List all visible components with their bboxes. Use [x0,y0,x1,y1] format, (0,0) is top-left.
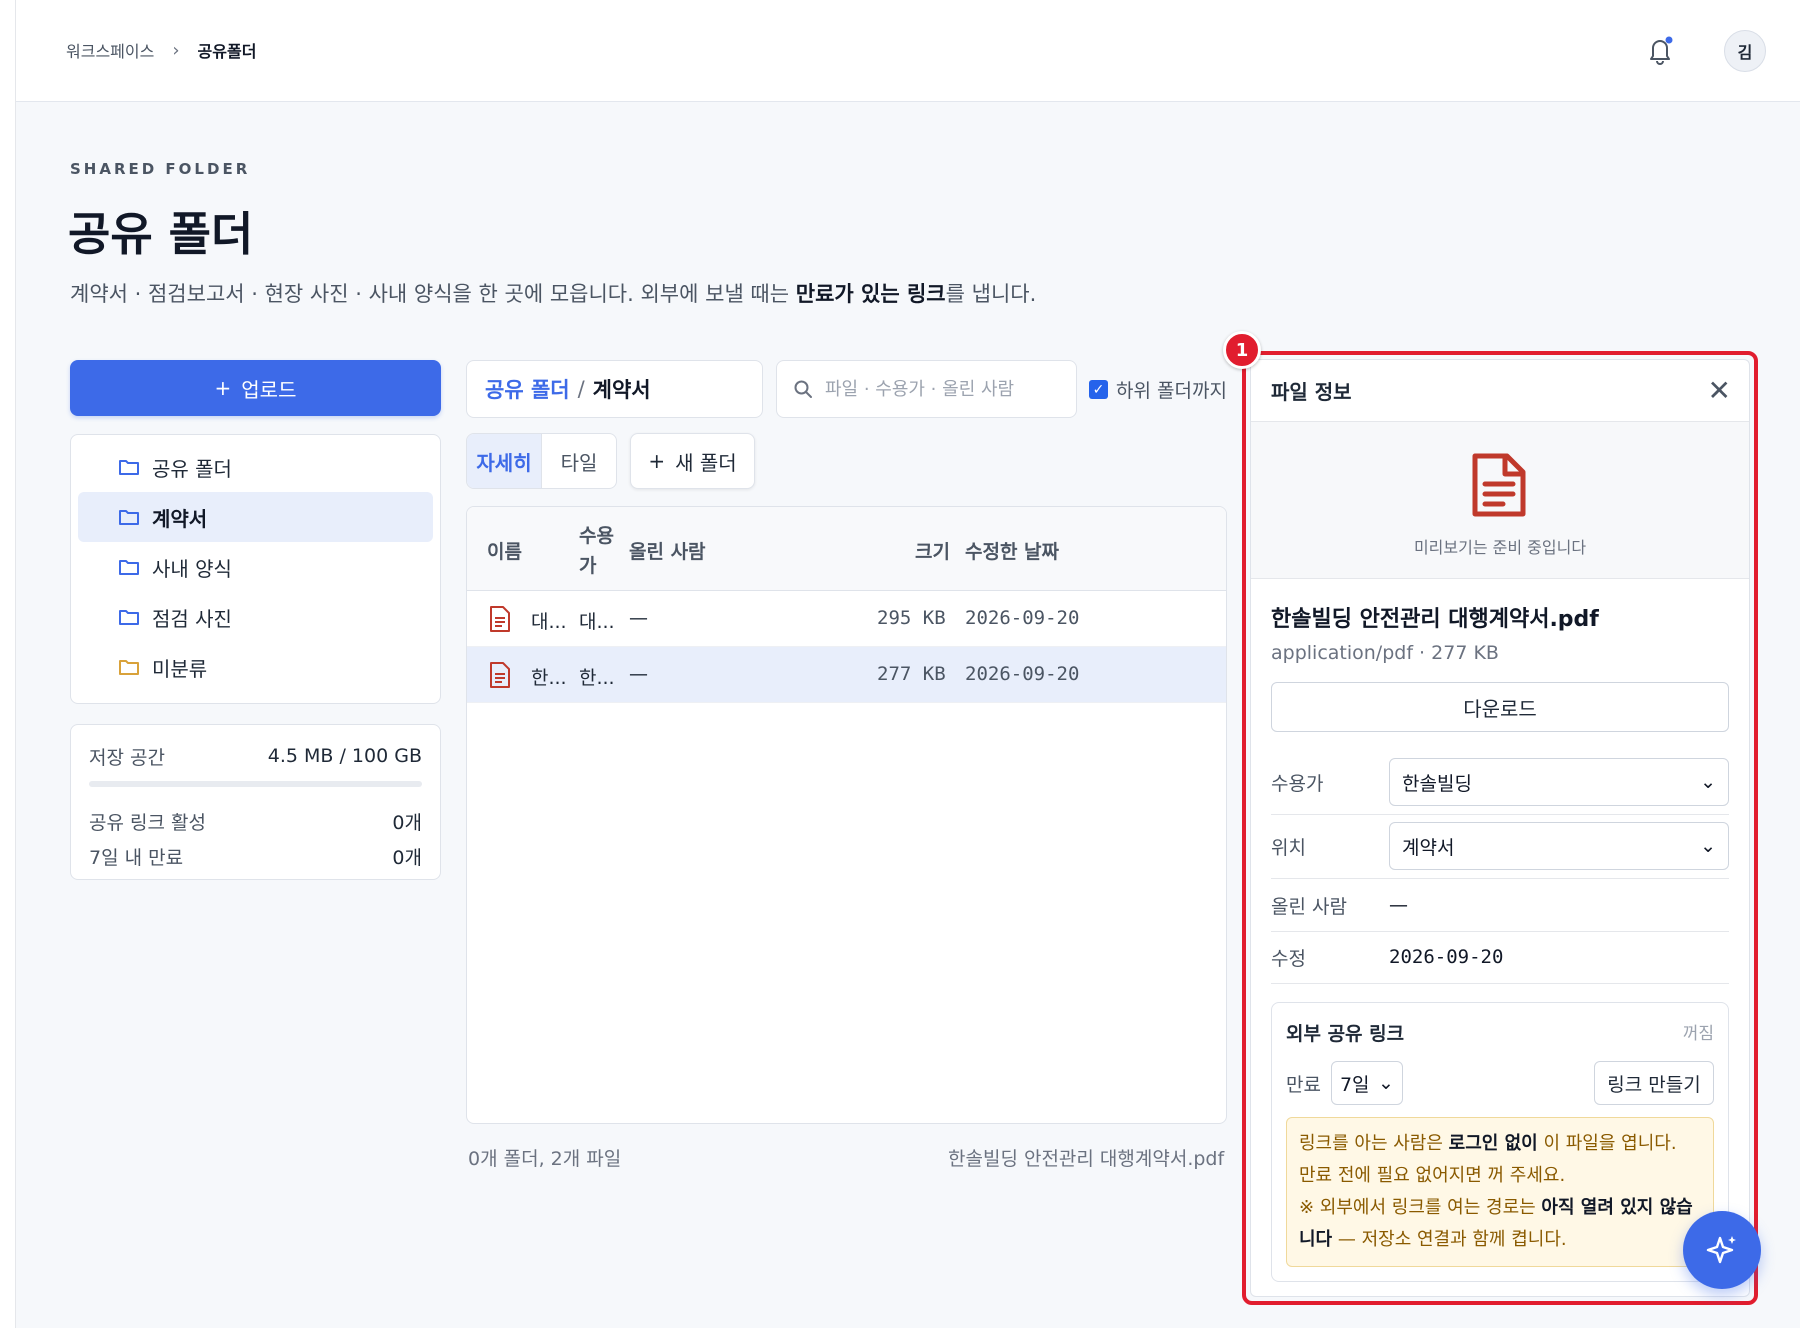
col-customer-wrap: 가 [579,555,597,577]
expiring-label: 7일 내 만료 [89,846,184,869]
row-uploader: — [629,607,648,629]
new-folder-button[interactable]: + 새 폴더 [630,433,755,489]
active-links-value: 0개 [392,811,422,834]
expiring-value: 0개 [392,846,422,869]
page-description: 계약서 · 점검보고서 · 현장 사진 · 사내 양식을 한 곳에 모읍니다. … [70,282,1037,306]
row-modified: 2026-09-20 [965,607,1080,629]
pdf-icon [490,606,510,632]
active-links-label: 공유 링크 활성 [89,811,206,834]
storage-bar [89,781,422,787]
file-table: 이름 수용 가 올린 사람 크기 수정한 날짜 대... 대... — 295 … [466,506,1227,1124]
table-row[interactable]: 대... 대... — 295 KB 2026-09-20 [467,591,1226,647]
folder-item-shared[interactable]: 공유 폴더 [78,442,433,492]
row-size: 295 KB [877,607,946,629]
include-subfolders-toggle[interactable]: ✓ 하위 폴더까지 [1089,376,1227,403]
path-current: 계약서 [592,378,651,402]
col-uploader[interactable]: 올린 사람 [629,537,706,564]
checkbox[interactable]: ✓ [1089,380,1108,399]
table-footer-selected: 한솔빌딩 안전관리 대행계약서.pdf [948,1148,1225,1170]
search-box [776,360,1077,418]
row-customer: 대... [579,611,615,633]
highlight-outline [1242,351,1758,1305]
folder-item-uncategorized[interactable]: 미분류 [78,642,433,692]
search-icon [794,380,812,398]
folder-icon [119,560,139,575]
row-size: 277 KB [877,663,946,685]
row-name: 한... [531,667,567,689]
storage-value: 4.5 MB / 100 GB [267,745,422,767]
page-eyebrow: SHARED FOLDER [70,160,251,178]
table-row[interactable]: 한... 한... — 277 KB 2026-09-20 [467,647,1226,703]
breadcrumb-separator: › [172,39,180,61]
folder-item-photos[interactable]: 점검 사진 [78,592,433,642]
folder-icon [119,610,139,625]
upload-button[interactable]: + 업로드 [70,360,441,416]
top-bar: 워크스페이스 › 공유폴더 김 [16,0,1800,102]
page-title: 공유 폴더 [68,207,254,261]
col-modified[interactable]: 수정한 날짜 [965,537,1059,564]
folder-icon [119,660,139,675]
search-input[interactable] [825,378,1045,400]
folder-icon [119,510,139,525]
folder-tree: 공유 폴더 계약서 사내 양식 점검 사진 미분류 [70,434,441,704]
plus-icon: + [648,449,666,473]
plus-icon: + [214,376,232,400]
breadcrumb-workspace[interactable]: 워크스페이스 [66,38,154,62]
annotation-badge: 1 [1223,331,1261,369]
row-modified: 2026-09-20 [965,663,1080,685]
assistant-fab-button[interactable] [1683,1211,1761,1289]
col-customer[interactable]: 수용 [579,521,614,548]
view-detail-button[interactable]: 자세히 [467,434,542,488]
table-header: 이름 수용 가 올린 사람 크기 수정한 날짜 [467,507,1226,591]
left-edge [0,0,16,1328]
folder-path: 공유 폴더 / 계약서 [466,360,763,418]
view-tile-button[interactable]: 타일 [542,434,616,488]
path-root-link[interactable]: 공유 폴더 [485,374,570,404]
sparkle-icon [1706,1236,1736,1264]
path-separator: / [577,377,585,401]
folder-icon [119,460,139,475]
pdf-icon [490,662,510,688]
row-name: 대... [531,611,567,633]
col-size[interactable]: 크기 [915,537,950,564]
folder-item-contracts[interactable]: 계약서 [78,492,433,542]
avatar[interactable]: 김 [1724,30,1766,72]
breadcrumb-current: 공유폴더 [197,42,257,61]
storage-card: 저장 공간 4.5 MB / 100 GB 공유 링크 활성 0개 7일 내 만… [70,724,441,880]
row-uploader: — [629,663,648,685]
folder-item-forms[interactable]: 사내 양식 [78,542,433,592]
view-toggle: 자세히 타일 [466,433,617,489]
storage-label: 저장 공간 [89,746,165,769]
row-customer: 한... [579,667,615,689]
col-name[interactable]: 이름 [487,537,522,564]
breadcrumb: 워크스페이스 › 공유폴더 [66,38,256,62]
bell-icon[interactable] [1645,34,1675,66]
table-footer-count: 0개 폴더, 2개 파일 [468,1148,622,1170]
